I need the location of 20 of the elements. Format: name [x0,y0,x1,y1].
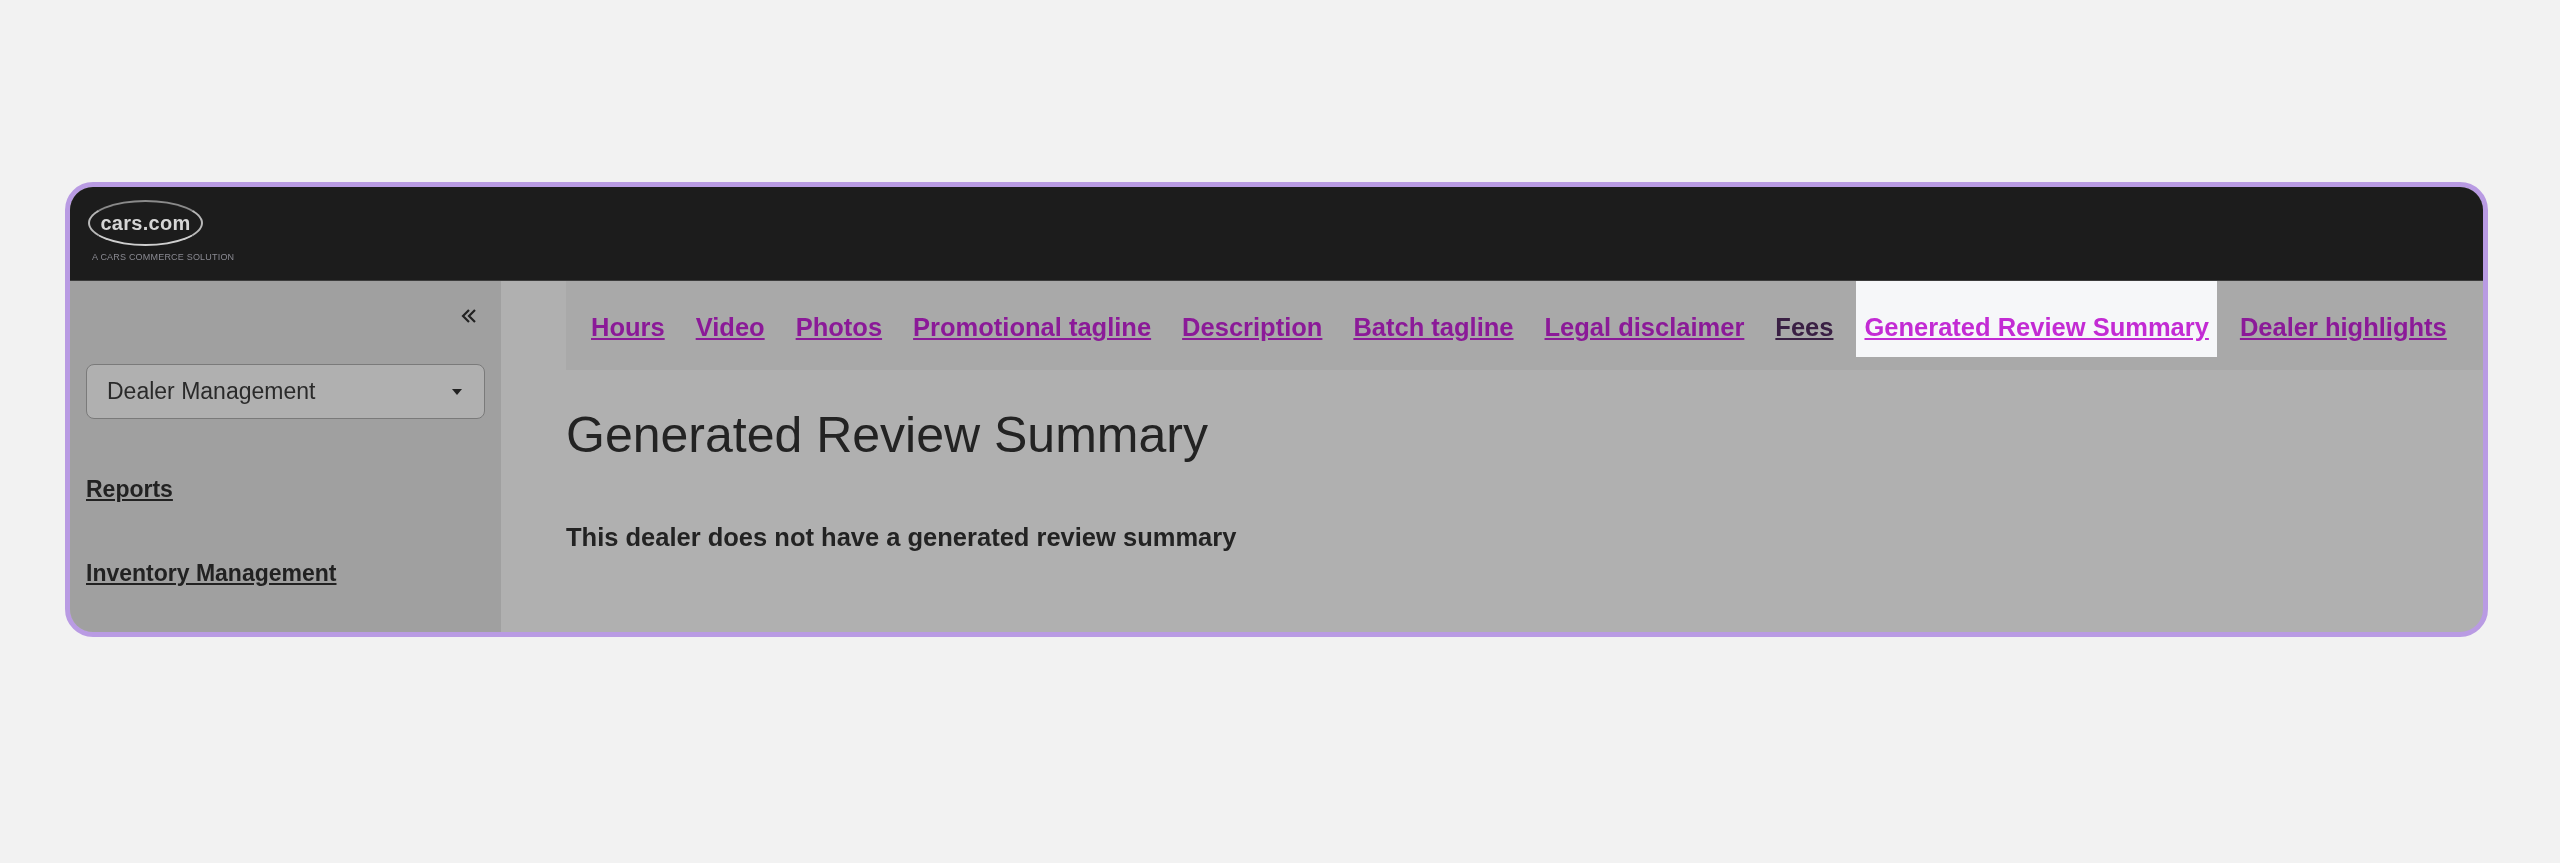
collapse-button[interactable] [459,307,479,325]
tab[interactable]: Fees [1767,281,1842,357]
tab[interactable]: Hours [583,281,673,357]
tab[interactable]: Legal disclaimer [1536,281,1753,357]
page-heading: Generated Review Summary [566,406,1208,465]
sidebar-link[interactable]: Reports [86,475,173,503]
tab[interactable]: Dealer highlights [2231,281,2455,357]
tab[interactable]: Generated Review Summary [1856,281,2217,357]
tab[interactable]: Video [687,281,773,357]
logo[interactable]: cars.com [88,200,203,246]
empty-message: This dealer does not have a generated review summary [566,522,1237,552]
tab[interactable]: Photos [787,281,891,357]
tab[interactable]: Batch tagline [1345,281,1522,357]
sidebar-link[interactable]: Inventory Management [86,559,337,587]
tab[interactable]: Promotional tagline [905,281,1160,357]
double-chevron-left-icon [461,309,477,323]
caret-icon [452,388,462,395]
logo-tagline: A CARS COMMERCE SOLUTION [92,252,235,263]
section-dropdown[interactable]: Dealer Management [86,364,485,419]
tab[interactable]: Description [1174,281,1331,357]
